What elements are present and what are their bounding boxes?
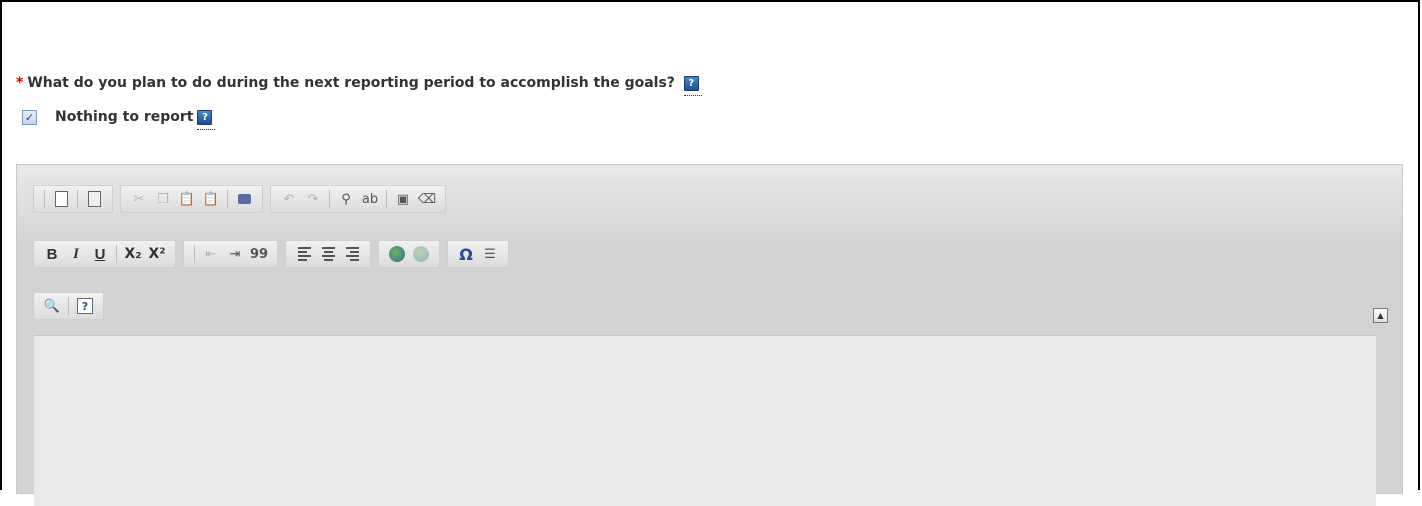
underline-button[interactable]: U [90,244,110,264]
help-icon[interactable]: ? [683,75,702,96]
required-marker: * [16,75,24,91]
select-all-icon[interactable]: ▣ [393,189,413,209]
help-icon[interactable]: ? [197,109,216,130]
toolbar-group-tools: 🔍 ? [33,292,104,320]
toolbar-group-history: ↶ ↷ ⚲ ab ▣ ⌫ [270,185,446,213]
special-char-button[interactable]: Ω [456,244,476,264]
align-right-icon[interactable] [342,244,362,264]
preview-icon[interactable] [51,189,71,209]
paste-from-word-icon[interactable]: 📋 [201,189,221,209]
superscript-button[interactable]: X² [147,244,167,264]
remove-format-icon[interactable]: ⌫ [417,189,437,209]
templates-icon[interactable] [84,189,104,209]
align-center-icon[interactable] [318,244,338,264]
toolbar-group-document [33,185,113,213]
toolbar-group-insert: Ω ☰ [447,240,509,268]
help-icon[interactable]: ? [75,296,95,316]
paste-icon[interactable]: 📋 [177,189,197,209]
toolbar-group-align [285,240,371,268]
question-label: * What do you plan to do during the next … [16,75,702,96]
find-replace-icon[interactable]: 🔍 [42,296,62,316]
find-icon[interactable]: ⚲ [336,189,356,209]
link-icon[interactable] [387,244,407,264]
copy-icon[interactable]: ❐ [153,189,173,209]
blockquote-button[interactable]: 99 [249,244,269,264]
toolbar-group-basicstyles: B I U X₂ X² [33,240,176,268]
subscript-button[interactable]: X₂ [123,244,143,264]
toolbar-group-clipboard: ✂ ❐ 📋 📋 [120,185,263,213]
indent-icon[interactable]: ⇥ [225,244,245,264]
unlink-icon[interactable] [411,244,431,264]
toolbar-row-3: 🔍 ? [33,292,104,320]
align-left-icon[interactable] [294,244,314,264]
replace-icon[interactable]: ab [360,189,380,209]
toolbar-row-1: ✂ ❐ 📋 📋 ↶ ↷ ⚲ ab ▣ ⌫ [33,185,446,213]
nothing-to-report-label: Nothing to report [55,109,194,125]
italic-button[interactable]: I [66,244,86,264]
redo-icon[interactable]: ↷ [303,189,323,209]
bold-button[interactable]: B [42,244,62,264]
collapse-toolbar-button[interactable]: ▲ [1373,308,1388,323]
nothing-to-report-checkbox[interactable]: ✓ [22,109,37,125]
question-text: What do you plan to do during the next r… [27,75,675,91]
nothing-to-report-row: ✓ Nothing to report ? [22,109,216,130]
outdent-icon[interactable]: ⇤ [201,244,221,264]
editor-content-area[interactable] [34,335,1376,506]
rich-text-editor: ✂ ❐ 📋 📋 ↶ ↷ ⚲ ab ▣ ⌫ B I U X₂ X² ⇤ ⇥ 99 … [16,164,1403,506]
toolbar-row-2: B I U X₂ X² ⇤ ⇥ 99 Ω ☰ [33,240,509,268]
print-icon[interactable] [234,189,254,209]
cut-icon[interactable]: ✂ [129,189,149,209]
undo-icon[interactable]: ↶ [279,189,299,209]
page-break-icon[interactable]: ☰ [480,244,500,264]
toolbar-group-links [378,240,440,268]
toolbar-group-indent: ⇤ ⇥ 99 [183,240,278,268]
